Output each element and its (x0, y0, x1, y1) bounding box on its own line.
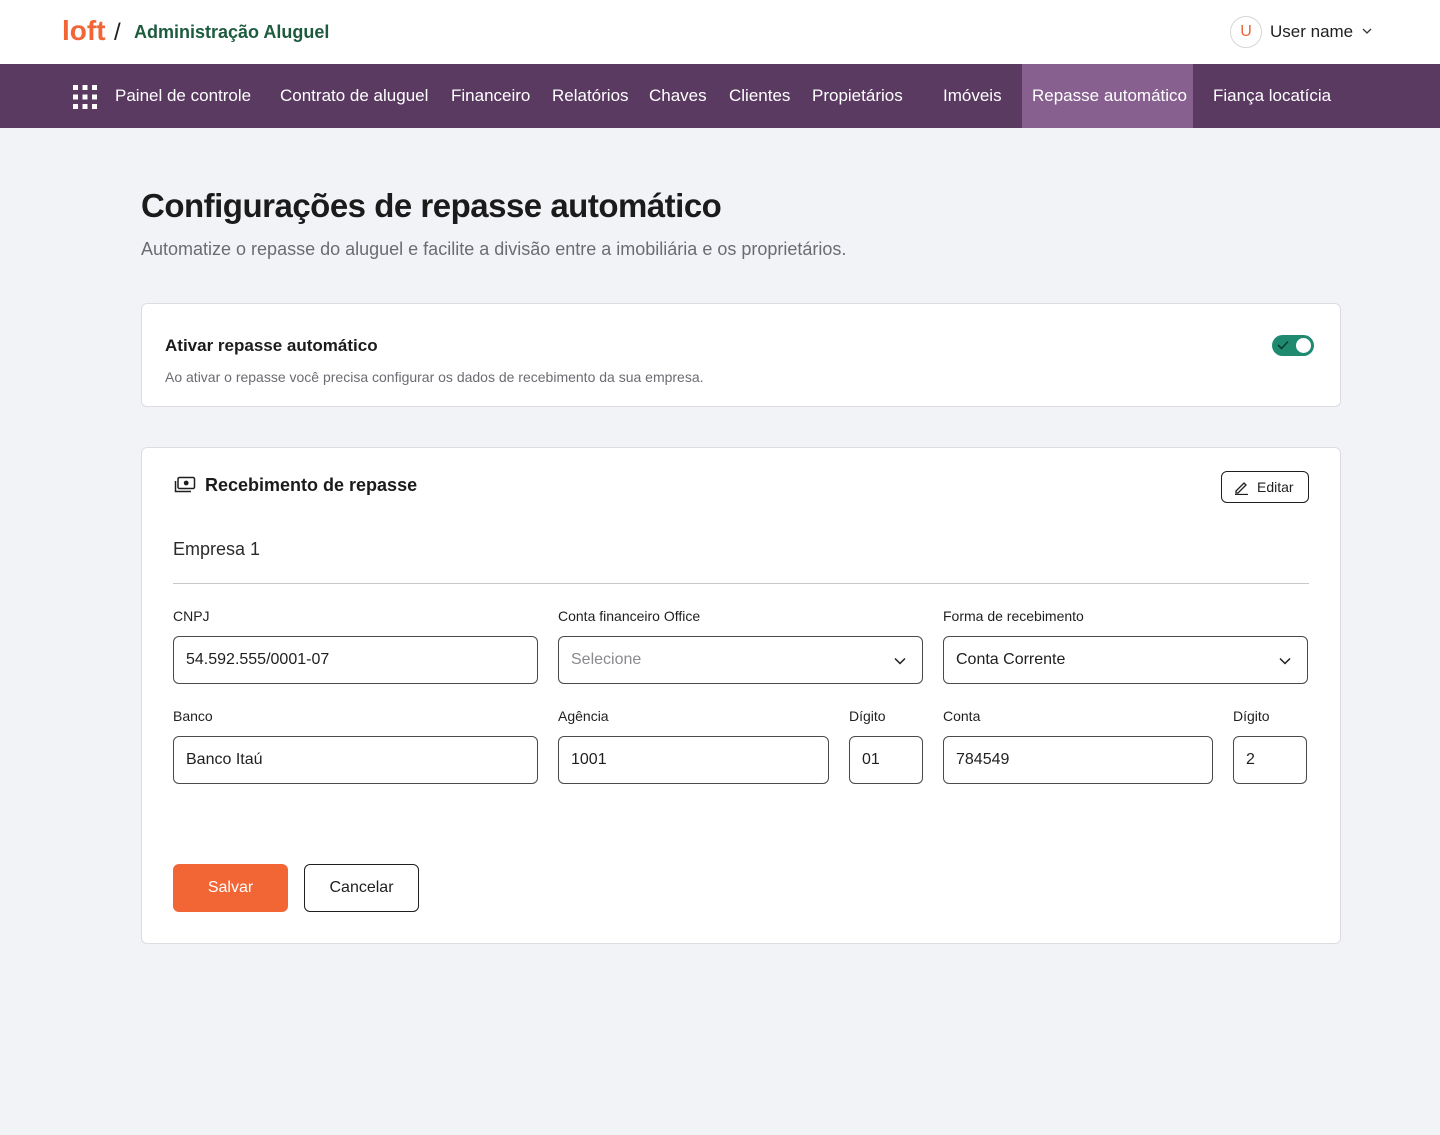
cancel-button[interactable]: Cancelar (304, 864, 419, 912)
chevron-down-icon[interactable] (1362, 26, 1372, 36)
cnpj-label: CNPJ (173, 608, 210, 624)
agencia-label: Agência (558, 708, 609, 724)
nav-item-fianca[interactable]: Fiança locatícia (1213, 64, 1331, 128)
forma-value: Conta Corrente (956, 651, 1066, 668)
apps-grid-icon[interactable] (73, 85, 97, 109)
agencia-field[interactable]: 1001 (558, 736, 829, 784)
forma-select[interactable]: Conta Corrente (943, 636, 1308, 684)
edit-button[interactable]: Editar (1221, 471, 1309, 503)
agencia-digito-label: Dígito (849, 708, 886, 724)
company-name: Empresa 1 (173, 539, 261, 559)
nav-item-proprietarios[interactable]: Propietários (812, 64, 903, 128)
breadcrumb-separator: / (114, 19, 121, 46)
nav-item-repasse[interactable]: Repasse automático (1022, 64, 1193, 128)
user-name[interactable]: User name (1270, 22, 1353, 42)
check-icon (1277, 340, 1289, 350)
forma-label: Forma de recebimento (943, 608, 1084, 624)
nav-item-clientes[interactable]: Clientes (729, 64, 790, 128)
page-title: Configurações de repasse automático (141, 187, 722, 224)
chevron-down-icon (894, 657, 906, 665)
cnpj-field[interactable]: 54.592.555/0001-07 (173, 636, 538, 684)
conta-office-select[interactable]: Selecione (558, 636, 923, 684)
conta-office-placeholder: Selecione (571, 651, 642, 668)
avatar[interactable]: U (1230, 16, 1262, 48)
agencia-digito-field[interactable]: 01 (849, 736, 923, 784)
nav-item-painel[interactable]: Painel de controle (115, 64, 251, 128)
pencil-icon (1235, 482, 1248, 495)
page-subtitle: Automatize o repasse do aluguel e facili… (141, 239, 847, 259)
loft-logo[interactable]: loft (62, 14, 106, 50)
divider (173, 583, 1309, 584)
banco-field[interactable]: Banco Itaú (173, 736, 538, 784)
conta-field[interactable]: 784549 (943, 736, 1213, 784)
edit-button-label: Editar (1257, 479, 1294, 495)
conta-office-label: Conta financeiro Office (558, 608, 701, 624)
conta-digito-field[interactable]: 2 (1233, 736, 1307, 784)
chevron-down-icon (1279, 657, 1291, 665)
auto-transfer-title: Ativar repasse automático (165, 336, 378, 355)
toggle-knob (1296, 338, 1311, 353)
nav-item-relatorios[interactable]: Relatórios (552, 64, 629, 128)
nav-item-chaves[interactable]: Chaves (649, 64, 707, 128)
banco-label: Banco (173, 708, 213, 724)
money-icon (174, 476, 196, 493)
nav-item-imoveis[interactable]: Imóveis (943, 64, 1002, 128)
auto-transfer-description: Ao ativar o repasse você precisa configu… (165, 369, 704, 385)
app-title[interactable]: Administração Aluguel (134, 22, 329, 43)
nav-item-contrato[interactable]: Contrato de aluguel (280, 64, 428, 128)
conta-digito-label: Dígito (1233, 708, 1270, 724)
svg-text:loft: loft (62, 15, 106, 46)
auto-transfer-toggle[interactable] (1272, 335, 1314, 356)
save-button[interactable]: Salvar (173, 864, 288, 912)
conta-label: Conta (943, 708, 981, 724)
section-title: Recebimento de repasse (205, 475, 418, 495)
nav-item-financeiro[interactable]: Financeiro (451, 64, 530, 128)
